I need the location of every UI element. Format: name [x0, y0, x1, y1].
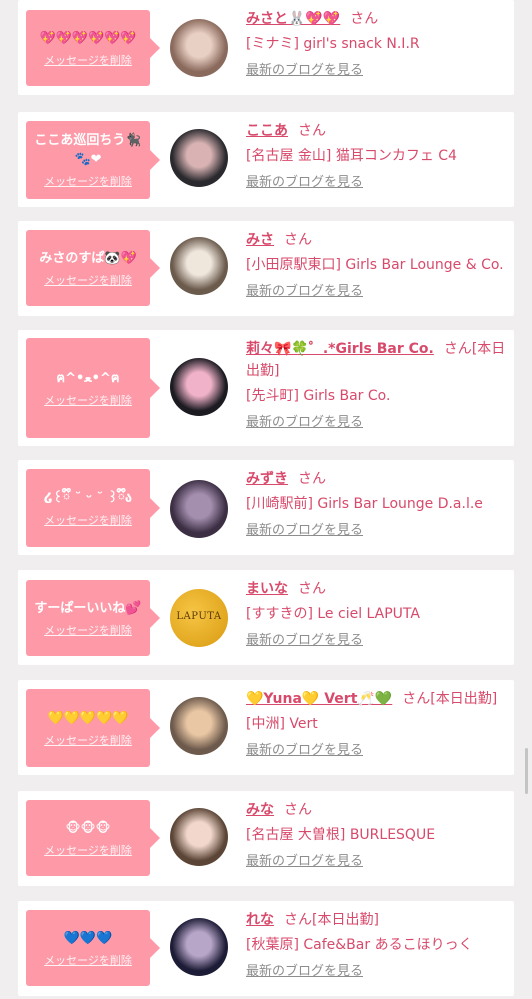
message-bubble: すーぱーいいね💕 メッセージを削除: [26, 580, 160, 656]
avatar[interactable]: [170, 237, 228, 295]
honorific: さん: [298, 471, 326, 487]
shop-name: [名古屋 大曽根] BURLESQUE: [246, 827, 436, 843]
delete-message-link[interactable]: メッセージを削除: [44, 52, 132, 68]
honorific: さん: [298, 123, 326, 139]
avatar[interactable]: [170, 697, 228, 755]
avatar[interactable]: [170, 129, 228, 187]
list-item: ໒꒰ྀི ˘ ᵕ ˘ ꒱ྀིა メッセージを削除 みずき さん [川崎駅前] Gi…: [18, 460, 514, 555]
user-name-link[interactable]: みずき: [246, 471, 288, 487]
latest-blog-link[interactable]: 最新のブログを見る: [246, 962, 363, 982]
message-bubble: 🐵🐵🐵 メッセージを削除: [26, 800, 160, 876]
delete-message-link[interactable]: メッセージを削除: [44, 173, 132, 189]
message-text: ฅ^•ﻌ•^ฅ: [56, 370, 120, 386]
delete-message-link[interactable]: メッセージを削除: [44, 272, 132, 288]
latest-blog-link[interactable]: 最新のブログを見る: [246, 521, 363, 541]
message-text: 🐵🐵🐵: [65, 820, 111, 836]
message-bubble: みさのすぱ🐼💖 メッセージを削除: [26, 230, 160, 306]
user-name-link[interactable]: みさ: [246, 232, 274, 248]
delete-message-link[interactable]: メッセージを削除: [44, 622, 132, 638]
user-name-link[interactable]: ここあ: [246, 123, 288, 139]
shop-name: [小田原駅東口] Girls Bar Lounge & Co.: [246, 257, 504, 273]
message-text: みさのすぱ🐼💖: [39, 250, 137, 266]
message-bubble: 💖💖💖💖💖💖 メッセージを削除: [26, 10, 160, 86]
shop-name: [先斗町] Girls Bar Co.: [246, 388, 391, 404]
shop-name: [川崎駅前] Girls Bar Lounge D.a.l.e: [246, 496, 483, 512]
laputa-logo[interactable]: LAPUTA: [170, 589, 228, 647]
honorific: さん: [402, 691, 431, 707]
status-label: [本日出勤]: [312, 912, 379, 928]
delete-message-link[interactable]: メッセージを削除: [44, 392, 132, 408]
message-bubble: 💙💙💙 メッセージを削除: [26, 910, 160, 986]
latest-blog-link[interactable]: 最新のブログを見る: [246, 631, 363, 651]
delete-message-link[interactable]: メッセージを削除: [44, 842, 132, 858]
message-text: ໒꒰ྀི ˘ ᵕ ˘ ꒱ྀིა: [43, 490, 133, 506]
avatar[interactable]: [170, 918, 228, 976]
delete-message-link[interactable]: メッセージを削除: [44, 952, 132, 968]
shop-name: [秋葉原] Cafe&Bar あるこほりっく: [246, 937, 473, 953]
list-item: すーぱーいいね💕 メッセージを削除 LAPUTA まいな さん [すすきの] Le…: [18, 570, 514, 665]
user-name-link[interactable]: れな: [246, 912, 274, 928]
status-label: [本日出勤]: [430, 691, 498, 707]
avatar[interactable]: [170, 808, 228, 866]
list-item: みさのすぱ🐼💖 メッセージを削除 みさ さん [小田原駅東口] Girls Bar…: [18, 221, 514, 316]
delete-message-link[interactable]: メッセージを削除: [44, 512, 132, 528]
delete-message-link[interactable]: メッセージを削除: [44, 732, 132, 748]
message-bubble: ここあ巡回ちう🐈‍⬛🐾❤ メッセージを削除: [26, 121, 160, 199]
shop-name: [すすきの] Le ciel LAPUTA: [246, 606, 420, 622]
list-item: 💙💙💙 メッセージを削除 れな さん[本日出勤] [秋葉原] Cafe&Bar あ…: [18, 901, 514, 996]
list-item: 💖💖💖💖💖💖 メッセージを削除 みさと🐰💖💖 さん [ミナミ] girl's sn…: [18, 0, 514, 95]
user-name-link[interactable]: まいな: [246, 581, 288, 597]
honorific: さん: [443, 341, 472, 357]
user-name-link[interactable]: みな: [246, 802, 274, 818]
scrollbar[interactable]: [525, 748, 528, 794]
honorific: さん: [350, 11, 379, 27]
message-text: 💖💖💖💖💖💖: [39, 30, 137, 46]
shop-name: [ミナミ] girl's snack N.I.R: [246, 36, 420, 52]
honorific: さん: [284, 232, 312, 248]
list-item: ここあ巡回ちう🐈‍⬛🐾❤ メッセージを削除 ここあ さん [名古屋 金山] 猫耳コ…: [18, 112, 514, 207]
avatar[interactable]: [170, 480, 228, 538]
message-text: すーぱーいいね💕: [34, 600, 142, 616]
list-item: 🐵🐵🐵 メッセージを削除 みな さん [名古屋 大曽根] BURLESQUE 最新…: [18, 791, 514, 886]
latest-blog-link[interactable]: 最新のブログを見る: [246, 173, 363, 193]
list-item: ฅ^•ﻌ•^ฅ メッセージを削除 莉々🎀🍀゜.*Girls Bar Co. さん […: [18, 330, 514, 446]
shop-name: [名古屋 金山] 猫耳コンカフェ C4: [246, 148, 457, 164]
user-name-link[interactable]: 莉々🎀🍀゜.*Girls Bar Co.: [246, 341, 434, 357]
user-name-link[interactable]: 💛Yuna💛 Vert🥂💚: [246, 691, 392, 707]
message-bubble: ฅ^•ﻌ•^ฅ メッセージを削除: [26, 338, 160, 438]
latest-blog-link[interactable]: 最新のブログを見る: [246, 282, 363, 302]
latest-blog-link[interactable]: 最新のブログを見る: [246, 741, 363, 761]
avatar[interactable]: [170, 358, 228, 416]
list-item: 💛💛💛💛💛 メッセージを削除 💛Yuna💛 Vert🥂💚 さん[本日出勤] [中洲…: [18, 680, 514, 775]
logo-text: LAPUTA: [176, 611, 222, 622]
message-bubble: ໒꒰ྀི ˘ ᵕ ˘ ꒱ྀིა メッセージを削除: [26, 469, 160, 547]
honorific: さん: [298, 581, 326, 597]
message-bubble: 💛💛💛💛💛 メッセージを削除: [26, 689, 160, 767]
latest-blog-link[interactable]: 最新のブログを見る: [246, 852, 363, 872]
honorific: さん: [284, 912, 312, 928]
user-name-link[interactable]: みさと🐰💖💖: [246, 11, 340, 27]
honorific: さん: [284, 802, 312, 818]
latest-blog-link[interactable]: 最新のブログを見る: [246, 61, 363, 81]
message-text: 💛💛💛💛💛: [47, 710, 129, 726]
avatar[interactable]: [170, 19, 228, 77]
message-text: ここあ巡回ちう🐈‍⬛🐾❤: [34, 133, 142, 167]
shop-name: [中洲] Vert: [246, 716, 318, 732]
latest-blog-link[interactable]: 最新のブログを見る: [246, 413, 363, 433]
message-text: 💙💙💙: [63, 930, 113, 946]
